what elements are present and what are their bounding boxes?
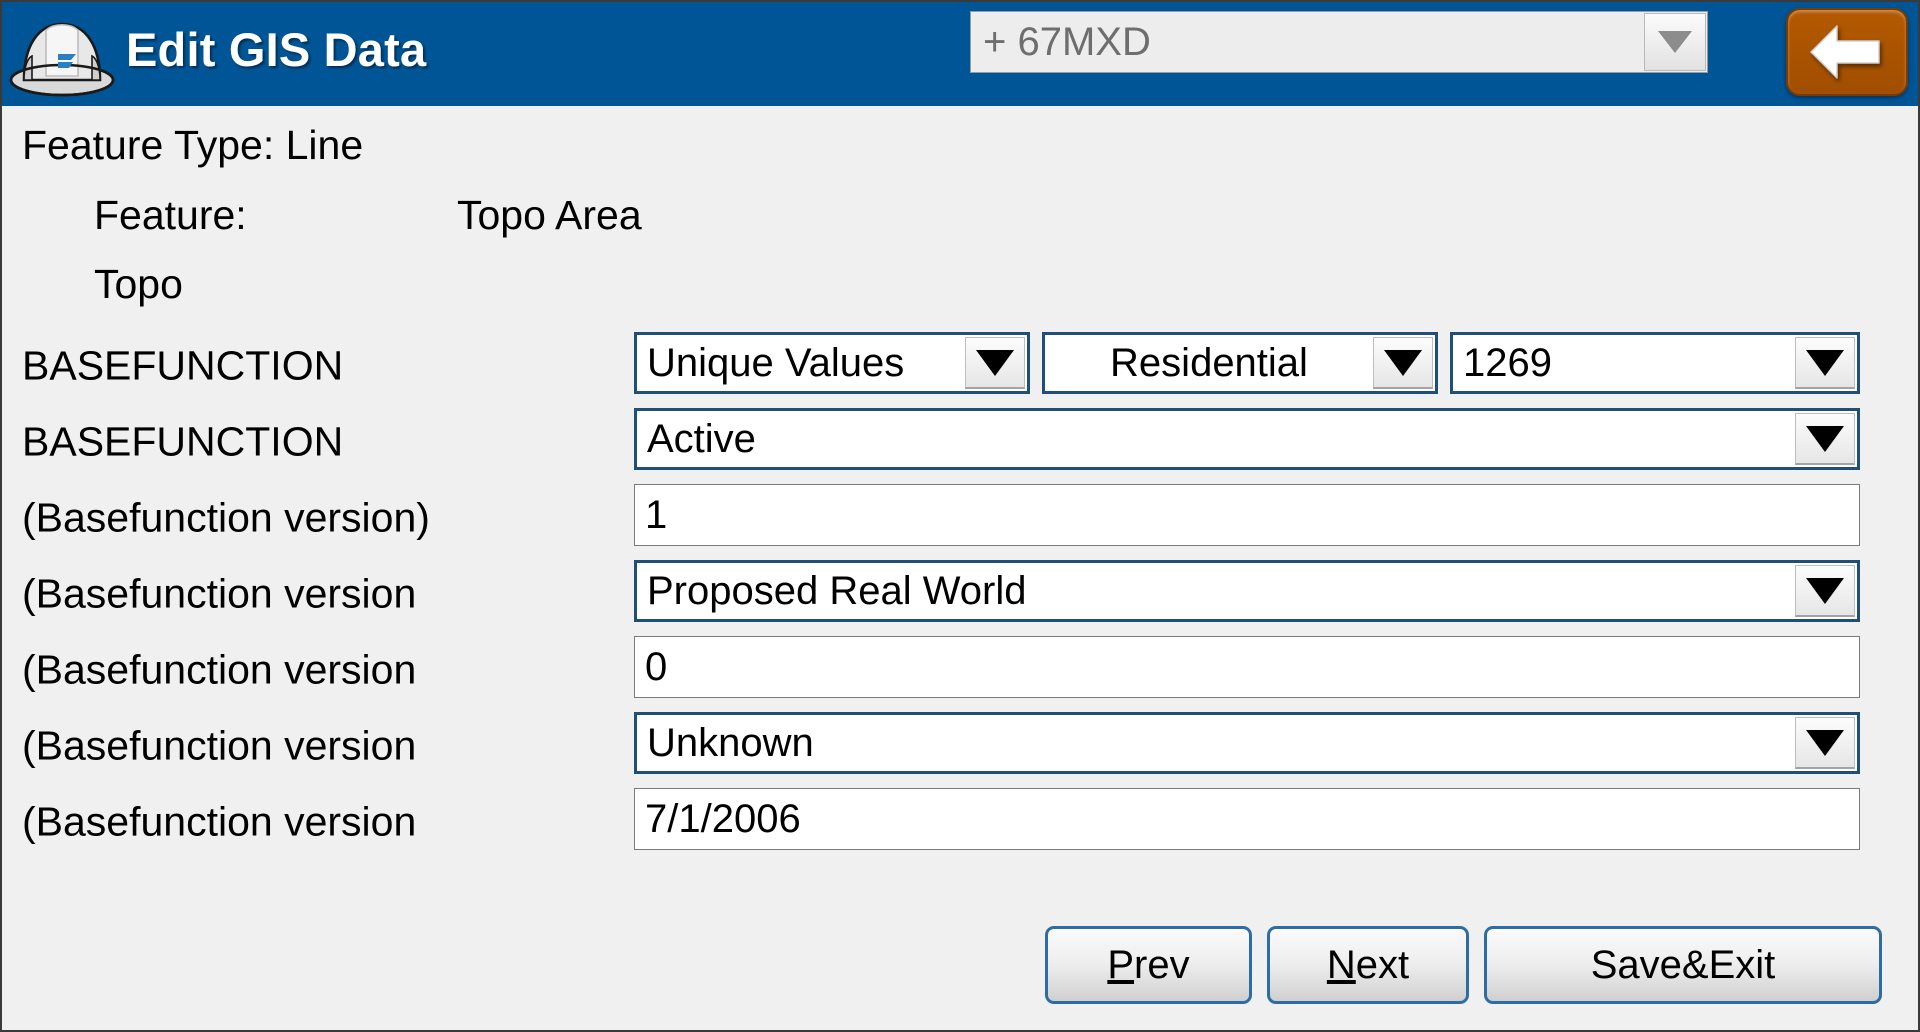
save-exit-button-label: Save&Exit: [1590, 942, 1776, 987]
page-title: Edit GIS Data: [126, 23, 427, 76]
basefunction-numeric-value: 0: [645, 644, 668, 689]
topo-label: Topo: [94, 261, 183, 307]
form-row: (Basefunction version 7/1/2006: [2, 784, 1918, 860]
next-button-label: ext: [1355, 942, 1410, 987]
chevron-down-icon: [1384, 349, 1422, 376]
basefunction-date-value: 7/1/2006: [645, 796, 801, 841]
feature-value: Topo Area: [457, 192, 642, 238]
row-label: (Basefunction version: [22, 722, 417, 769]
form-row: BASEFUNCTION Unique Values Residential 1…: [2, 328, 1918, 404]
form-row: (Basefunction version Proposed Real Worl…: [2, 556, 1918, 632]
form-row: (Basefunction version 0: [2, 632, 1918, 708]
basefunction-status-dropdown-button[interactable]: [1795, 413, 1855, 465]
form-body: Feature Type: Line Feature: Topo Area To…: [2, 106, 1918, 1030]
basefunction-unknown-dropdown-button[interactable]: [1795, 717, 1855, 769]
save-exit-button[interactable]: Save&Exit: [1484, 926, 1882, 1004]
next-button-accel: N: [1326, 942, 1356, 987]
title-bar: Edit GIS Data + 67MXD: [2, 2, 1918, 106]
prev-button-accel: P: [1107, 942, 1135, 987]
row-label: (Basefunction version: [22, 570, 417, 617]
row-label: (Basefunction version: [22, 646, 417, 693]
chevron-down-icon: [1806, 577, 1844, 604]
feature-label: Feature:: [94, 192, 247, 238]
basefunction-status-value: Active: [647, 416, 756, 461]
basefunction-category-dropdown-button[interactable]: [1373, 337, 1433, 389]
prev-button-label: rev: [1134, 942, 1190, 987]
layer-select-value: + 67MXD: [983, 19, 1151, 64]
chevron-down-icon: [1806, 425, 1844, 452]
basefunction-code-select[interactable]: 1269: [1450, 332, 1860, 394]
next-button[interactable]: Next: [1267, 926, 1469, 1004]
edit-gis-data-window: Edit GIS Data + 67MXD Feature Type: Line…: [0, 0, 1920, 1032]
basefunction-unknown-value: Unknown: [647, 720, 814, 765]
basefunction-world-dropdown-button[interactable]: [1795, 565, 1855, 617]
basefunction-version-input[interactable]: 1: [634, 484, 1860, 546]
basefunction-code-dropdown-button[interactable]: [1795, 337, 1855, 389]
basefunction-code-value: 1269: [1463, 340, 1552, 385]
basefunction-method-value: Unique Values: [647, 340, 905, 385]
prev-button[interactable]: Prev: [1045, 926, 1252, 1004]
row-label: (Basefunction version: [22, 798, 417, 845]
layer-select-dropdown-button[interactable]: [1644, 13, 1706, 71]
basefunction-world-value: Proposed Real World: [647, 568, 1027, 613]
form-row: (Basefunction version) 1: [2, 480, 1918, 556]
form-row: (Basefunction version Unknown: [2, 708, 1918, 784]
chevron-down-icon: [1658, 31, 1692, 53]
basefunction-method-dropdown-button[interactable]: [965, 337, 1025, 389]
hard-hat-icon: [8, 10, 116, 98]
basefunction-world-select[interactable]: Proposed Real World: [634, 560, 1860, 622]
basefunction-category-value: Residential: [1110, 340, 1308, 385]
layer-select[interactable]: + 67MXD: [970, 11, 1708, 73]
arrow-left-icon: [1810, 25, 1880, 79]
basefunction-unknown-select[interactable]: Unknown: [634, 712, 1860, 774]
basefunction-status-select[interactable]: Active: [634, 408, 1860, 470]
chevron-down-icon: [1806, 729, 1844, 756]
chevron-down-icon: [976, 349, 1014, 376]
row-label: BASEFUNCTION: [22, 418, 344, 465]
basefunction-date-input[interactable]: 7/1/2006: [634, 788, 1860, 850]
row-label: (Basefunction version): [22, 494, 430, 541]
basefunction-version-value: 1: [645, 492, 668, 537]
form-row: BASEFUNCTION Active: [2, 404, 1918, 480]
basefunction-numeric-input[interactable]: 0: [634, 636, 1860, 698]
back-button[interactable]: [1786, 8, 1908, 96]
basefunction-method-select[interactable]: Unique Values: [634, 332, 1030, 394]
chevron-down-icon: [1806, 349, 1844, 376]
feature-type-text: Feature Type: Line: [22, 122, 364, 168]
row-label: BASEFUNCTION: [22, 342, 344, 389]
basefunction-category-select[interactable]: Residential: [1042, 332, 1438, 394]
